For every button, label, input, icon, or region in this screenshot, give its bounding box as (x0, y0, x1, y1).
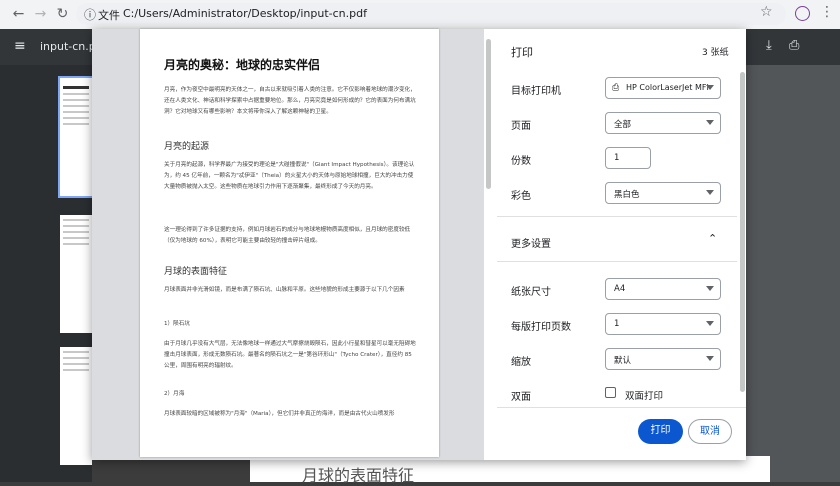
page-thumbnail[interactable] (58, 76, 94, 198)
background-heading: 月球的表面特征 (302, 466, 415, 485)
destination-label: 目标打印机 (511, 86, 561, 97)
destination-select[interactable]: ⎙ HP ColorLaserJet MFI (605, 77, 721, 99)
print-preview: 月亮的奥秘：地球的忠实伴侣 月亮，作为夜空中最明亮的天体之一，自古以来就吸引着人… (92, 29, 491, 460)
color-value: 黑白色 (614, 190, 640, 200)
scale-select[interactable]: 默认 (605, 348, 721, 370)
pages-select[interactable]: 全部 (605, 112, 721, 134)
paragraph: 月球表面并非光滑如镜，而是布满了陨石坑、山脉和平原。这些地貌的形成主要源于以下几… (164, 287, 405, 293)
subheading: 2）月海 (164, 391, 185, 397)
divider (497, 261, 737, 262)
hamburger-menu-icon[interactable]: ≡ (14, 38, 26, 54)
paragraph: 月球表面较暗的区域被称为"月海"（Maria），但它们并非真正的海洋，而是由古代… (164, 411, 395, 417)
duplex-checkbox-label[interactable]: 双面打印 (625, 388, 663, 402)
destination-value: HP ColorLaserJet MFI (626, 83, 709, 92)
pages-per-sheet-value: 1 (614, 319, 620, 329)
duplex-label: 双面 (511, 392, 531, 403)
duplex-checkbox[interactable] (605, 387, 616, 398)
browser-toolbar: ← → ↻ ⓘ 文件 C:/Users/Administrator/Deskto… (0, 0, 840, 29)
paper-size-label: 纸张尺寸 (511, 287, 551, 298)
settings-scrollbar[interactable] (740, 72, 745, 392)
section-heading: 月亮的起源 (164, 142, 210, 152)
chevron-down-icon (706, 286, 714, 291)
pages-label: 页面 (511, 121, 531, 132)
page-thumbnail[interactable] (60, 215, 92, 333)
paper-size-value: A4 (614, 284, 626, 294)
star-icon[interactable]: ☆ (760, 4, 773, 20)
reload-icon[interactable]: ↻ (52, 4, 73, 25)
copies-value: 1 (614, 153, 620, 163)
paragraph: 由于月球几乎没有大气层，无法像地球一样通过大气摩擦烧毁陨石，因此小行星和彗星可以… (164, 341, 416, 369)
printer-icon: ⎙ (612, 83, 620, 93)
forward-arrow-icon[interactable]: → (30, 4, 51, 25)
print-button[interactable]: 打印 (638, 419, 683, 444)
more-settings-toggle[interactable]: 更多设置 (511, 235, 551, 250)
paper-size-select[interactable]: A4 (605, 278, 721, 300)
intro-paragraph: 月亮，作为夜空中最明亮的天体之一，自古以来就吸引着人类的注意。它不仅影响着地球的… (164, 87, 416, 115)
print-dialog: 月亮的奥秘：地球的忠实伴侣 月亮，作为夜空中最明亮的天体之一，自古以来就吸引着人… (92, 29, 746, 460)
subheading: 1）陨石坑 (164, 321, 190, 327)
profile-icon[interactable] (795, 6, 810, 21)
cancel-button[interactable]: 取消 (688, 419, 732, 444)
url-text[interactable]: C:/Users/Administrator/Desktop/input-cn.… (123, 7, 367, 20)
viewer-background (746, 65, 840, 482)
chevron-down-icon (706, 190, 714, 195)
printer-icon[interactable]: ⎙ (789, 38, 799, 53)
document-title: 月亮的奥秘：地球的忠实伴侣 (164, 58, 321, 72)
back-arrow-icon[interactable]: ← (8, 4, 29, 25)
divider (497, 216, 737, 217)
chevron-down-icon (706, 120, 714, 125)
chevron-up-icon[interactable]: ⌃ (708, 232, 717, 245)
page-thumbnail[interactable] (60, 347, 92, 465)
preview-scrollbar[interactable] (486, 39, 491, 189)
preview-page: 月亮的奥秘：地球的忠实伴侣 月亮，作为夜空中最明亮的天体之一，自古以来就吸引着人… (140, 29, 439, 457)
pages-value: 全部 (614, 120, 632, 130)
thumbnail-pane (0, 65, 94, 482)
section-heading: 月球的表面特征 (164, 267, 228, 277)
chevron-down-icon (706, 321, 714, 326)
chevron-down-icon (706, 356, 714, 361)
copies-input[interactable]: 1 (605, 147, 651, 169)
paragraph: 关于月亮的起源，科学界最广为接受的理论是"大碰撞假说"（Giant Impact… (164, 162, 415, 190)
dialog-title: 打印 (511, 46, 533, 59)
scale-label: 缩放 (511, 357, 531, 368)
info-icon[interactable]: ⓘ (84, 6, 96, 23)
scale-value: 默认 (614, 356, 632, 366)
print-settings-panel: 打印 3 张纸 目标打印机 ⎙ HP ColorLaserJet MFI 页面 … (497, 29, 746, 460)
file-scheme-label: 文件 (98, 9, 120, 22)
kebab-menu-icon[interactable]: ⋮ (820, 4, 834, 20)
sheet-count: 3 张纸 (702, 48, 729, 58)
download-icon[interactable]: ⤓ (766, 38, 772, 53)
paragraph: 这一理论得到了许多证据的支持，例如月球岩石的成分与地球地幔物质高度相似，且月球的… (164, 227, 411, 244)
copies-label: 份数 (511, 156, 531, 167)
address-bar[interactable]: ⓘ 文件 C:/Users/Administrator/Desktop/inpu… (76, 3, 786, 25)
pages-per-sheet-label: 每版打印页数 (511, 322, 571, 333)
pages-per-sheet-select[interactable]: 1 (605, 313, 721, 335)
color-label: 彩色 (511, 191, 531, 202)
divider (497, 407, 746, 408)
chevron-down-icon (706, 85, 714, 90)
color-select[interactable]: 黑白色 (605, 182, 721, 204)
